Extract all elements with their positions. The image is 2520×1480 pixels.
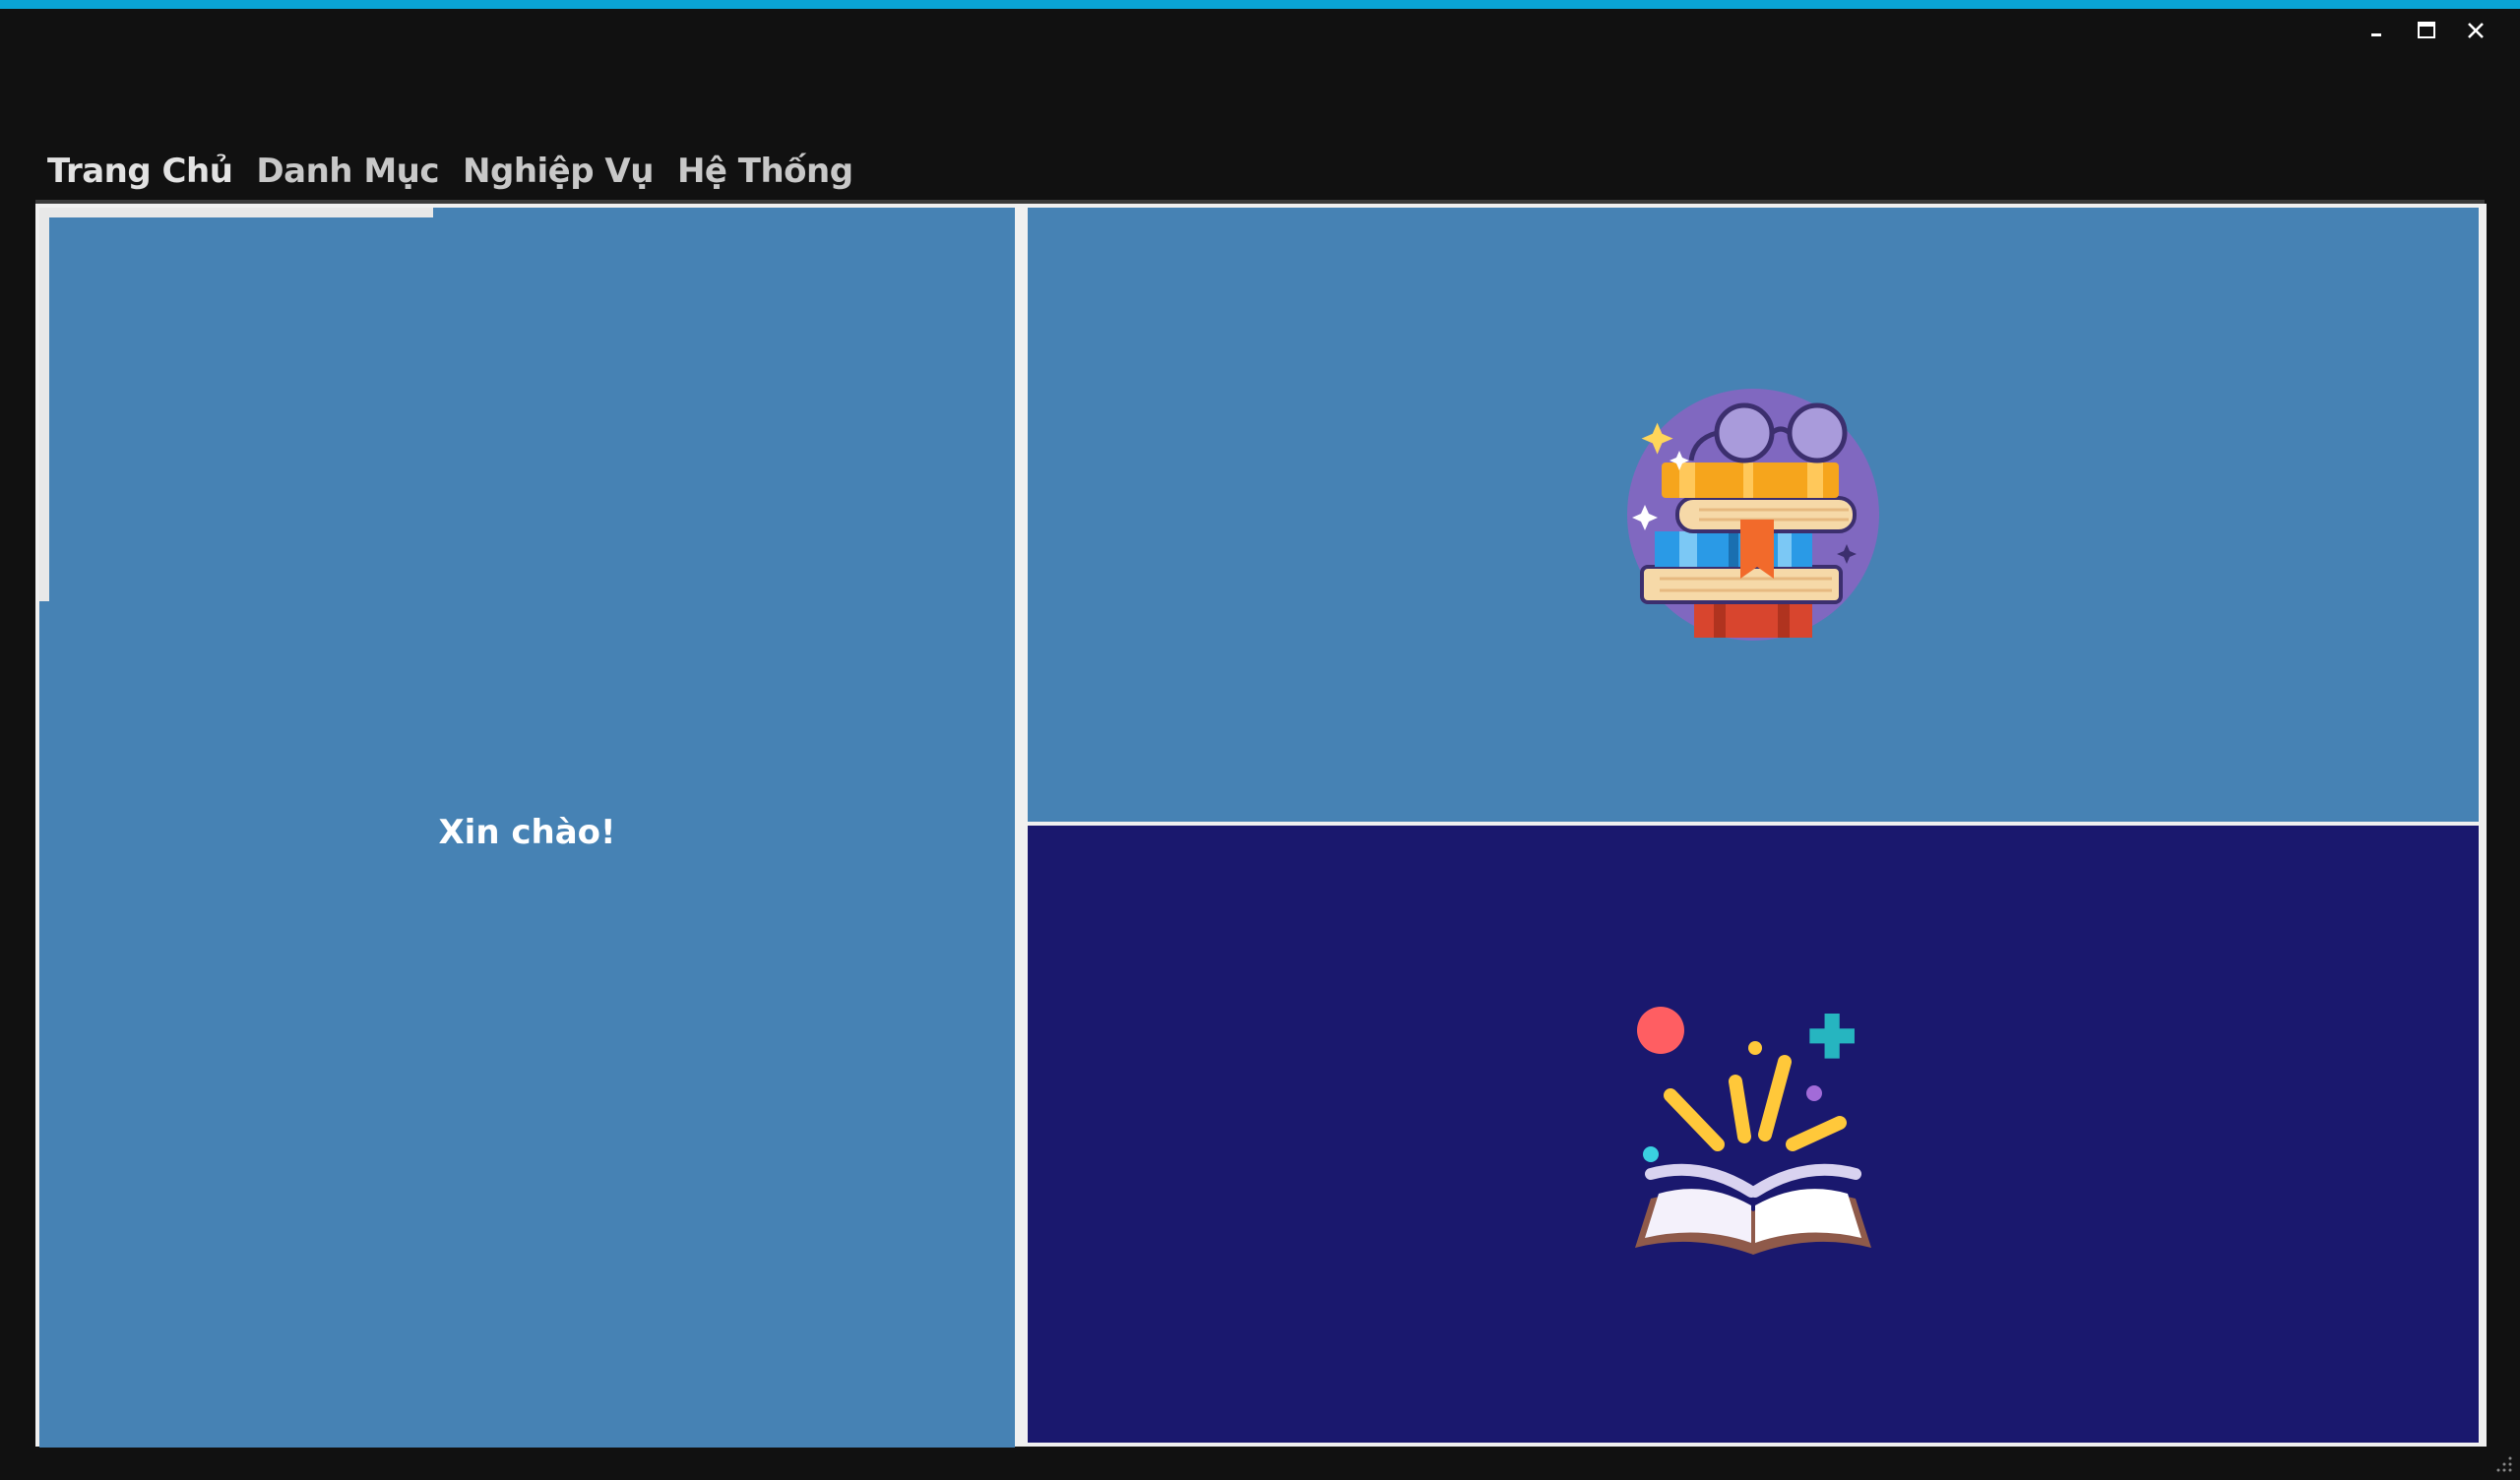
open-book-sparkles-icon xyxy=(1635,1006,1871,1255)
resize-grip-icon[interactable] xyxy=(2492,1452,2514,1474)
window-controls xyxy=(2353,18,2500,43)
main-tab-bar: Trang Chủ Danh Mục Nghiệp Vụ Hệ Thống xyxy=(35,138,865,207)
maximize-button[interactable] xyxy=(2402,18,2451,43)
greeting-panel: Xin chào! xyxy=(39,208,1015,1448)
tab-he-thong[interactable]: Hệ Thống xyxy=(665,142,865,201)
maximize-icon xyxy=(2418,22,2435,38)
minimize-button[interactable] xyxy=(2353,18,2402,43)
panel-border-fragment xyxy=(39,208,433,217)
panel-border-fragment xyxy=(39,208,49,601)
home-content: Xin chào! xyxy=(35,204,2487,1448)
title-accent-bar xyxy=(0,0,2520,9)
tab-trang-chu[interactable]: Trang Chủ xyxy=(35,142,245,207)
stacked-books-with-glasses-icon xyxy=(1627,389,1879,641)
greeting-text: Xin chào! xyxy=(438,813,616,852)
open-book-image-panel xyxy=(1028,826,2479,1443)
minimize-icon xyxy=(2371,33,2381,36)
books-image-panel xyxy=(1028,208,2479,822)
close-button[interactable] xyxy=(2451,18,2500,43)
close-icon xyxy=(2468,23,2484,38)
tab-danh-muc[interactable]: Danh Mục xyxy=(244,142,451,201)
tab-nghiep-vu[interactable]: Nghiệp Vụ xyxy=(451,142,665,201)
